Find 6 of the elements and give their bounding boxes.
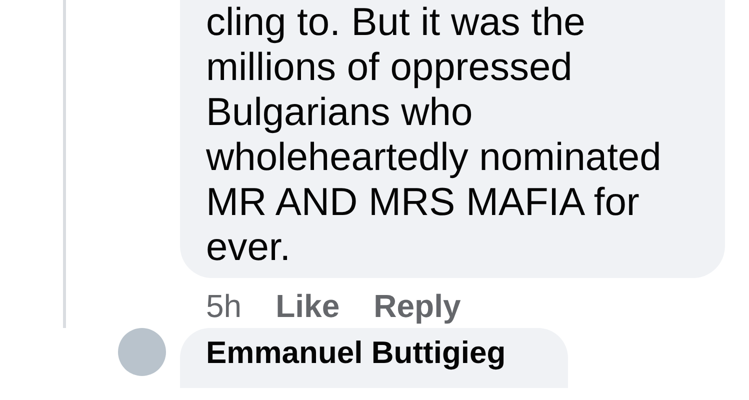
comment-action-link[interactable]: Like <box>276 288 340 328</box>
avatar[interactable] <box>118 328 166 376</box>
comment-text: cling to. But it was the millions of oppressed Bulgarians who wholeheartedly nominated MR AND MRS MAFIA for ever. <box>206 0 662 270</box>
author-name[interactable]: Emmanuel Buttigieg <box>206 335 506 370</box>
comment-action-link[interactable]: Reply <box>374 288 461 328</box>
comment-time: 5h <box>206 288 242 326</box>
